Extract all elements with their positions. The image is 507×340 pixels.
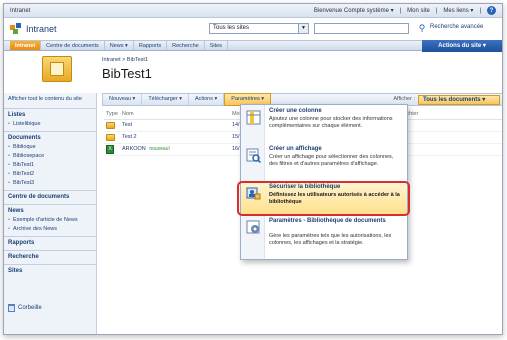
help-icon[interactable]: ?: [487, 6, 496, 15]
recycle-bin-link[interactable]: Corbeille: [8, 304, 42, 312]
menu-item-description: Gère les paramètres tels que les autoris…: [269, 233, 392, 246]
nav-header-news[interactable]: News: [4, 204, 96, 216]
folder-icon: [106, 133, 115, 141]
nav-header-lists[interactable]: Listes: [4, 108, 96, 120]
create-view-icon: [246, 148, 261, 163]
search-scope-value: Tous les sites: [213, 25, 250, 31]
nav-item[interactable]: Listelibique: [4, 120, 96, 129]
quick-launch: Afficher tout le contenu du site Listes …: [4, 93, 97, 334]
menu-item-title: Créer un affichage: [269, 146, 322, 152]
tab-search[interactable]: Recherche: [167, 41, 205, 50]
top-site-name[interactable]: Intranet: [10, 8, 30, 14]
menu-item-create-view[interactable]: Créer un affichage Créer un affichage po…: [241, 145, 407, 183]
actions-menu[interactable]: Actions ▾: [189, 94, 225, 105]
site-title[interactable]: Intranet: [26, 24, 57, 34]
library-icon: [42, 56, 72, 82]
nav-item[interactable]: BibTest2: [4, 170, 96, 179]
nav-header-search[interactable]: Recherche: [4, 250, 96, 262]
chevron-down-icon: ▼: [298, 24, 308, 33]
site-header: Intranet Tous les sites ▼ ⚲ Recherche av…: [4, 18, 502, 40]
my-links-menu[interactable]: Mes liens ▾: [443, 7, 473, 14]
view-all-content-link[interactable]: Afficher tout le contenu du site: [4, 93, 96, 106]
nav-header-sites[interactable]: Sites: [4, 264, 96, 276]
top-links: Bienvenue Compte système ▾ | Mon site | …: [314, 6, 496, 15]
nav-item[interactable]: Biblioque: [4, 143, 96, 152]
tab-intranet[interactable]: Intranet: [10, 41, 42, 50]
tab-sites[interactable]: Sites: [205, 41, 228, 50]
top-utility-bar: Intranet Bienvenue Compte système ▾ | Mo…: [4, 4, 502, 18]
create-column-icon: [246, 110, 261, 125]
nav-header-documents[interactable]: Documents: [4, 131, 96, 143]
view-label: Afficher :: [393, 96, 415, 102]
site-logo-icon: [10, 23, 21, 34]
nav-item[interactable]: Bibliosepace: [4, 152, 96, 161]
breadcrumb[interactable]: Intranet > BibTest1: [102, 57, 148, 63]
folder-icon: [106, 121, 115, 129]
row-name[interactable]: Test: [119, 119, 230, 132]
excel-file-icon: X: [106, 144, 114, 154]
browser-frame: Intranet Bienvenue Compte système ▾ | Mo…: [3, 3, 503, 335]
page-header: Intranet > BibTest1 BibTest1: [4, 52, 502, 92]
upload-menu[interactable]: Télécharger ▾: [142, 94, 189, 105]
nav-header-reports[interactable]: Rapports: [4, 236, 96, 248]
recycle-bin-label: Corbeille: [18, 305, 42, 311]
menu-item-title: Paramètres - Bibliothèque de documents: [269, 218, 386, 224]
separator: |: [479, 7, 481, 14]
highlight-outline: [237, 181, 410, 216]
search-icon[interactable]: ⚲: [416, 22, 428, 34]
row-name[interactable]: Test 2: [119, 131, 230, 144]
separator: |: [435, 7, 438, 14]
welcome-menu[interactable]: Bienvenue Compte système ▾: [314, 7, 394, 14]
menu-item-description: Créer un affichage pour sélectionner des…: [269, 154, 394, 167]
nav-header-document-center[interactable]: Centre de documents: [4, 190, 96, 202]
nav-item[interactable]: Exemple d'article de News: [4, 216, 96, 225]
new-badge: nouveau!: [149, 146, 170, 152]
new-menu[interactable]: Nouveau ▾: [103, 94, 143, 105]
row-name[interactable]: ARKOON: [122, 146, 146, 152]
recycle-bin-icon: [8, 304, 15, 312]
nav-item[interactable]: BibTest3: [4, 179, 96, 188]
column-header-name[interactable]: Nom: [119, 109, 230, 120]
page-title: BibTest1: [102, 66, 152, 81]
view-selector[interactable]: Tous les documents ▾: [418, 95, 500, 105]
search-scope-select[interactable]: Tous les sites ▼: [209, 23, 309, 34]
library-settings-icon: [246, 220, 260, 234]
advanced-search-link[interactable]: Recherche avancée: [430, 24, 483, 30]
tab-reports[interactable]: Rapports: [134, 41, 168, 50]
menu-item-library-settings[interactable]: Paramètres - Bibliothèque de documents G…: [241, 217, 407, 259]
search-input[interactable]: [314, 23, 409, 34]
site-actions-menu[interactable]: Actions du site ▾: [422, 40, 502, 52]
my-site-link[interactable]: Mon site: [407, 8, 430, 14]
menu-item-create-column[interactable]: Créer une colonne Ajoutez une colonne po…: [241, 107, 407, 143]
nav-item[interactable]: BibTest1: [4, 161, 96, 170]
menu-item-title: Créer une colonne: [269, 108, 322, 114]
tab-news[interactable]: News ▾: [105, 41, 134, 50]
top-nav: Intranet Centre de documents News ▾ Rapp…: [4, 40, 502, 52]
tab-document-center[interactable]: Centre de documents: [41, 41, 105, 50]
menu-item-description: Ajoutez une colonne pour stocker des inf…: [269, 116, 393, 129]
separator: |: [399, 7, 402, 14]
column-header-type[interactable]: Type: [104, 109, 120, 120]
nav-item[interactable]: Archive des News: [4, 225, 96, 234]
